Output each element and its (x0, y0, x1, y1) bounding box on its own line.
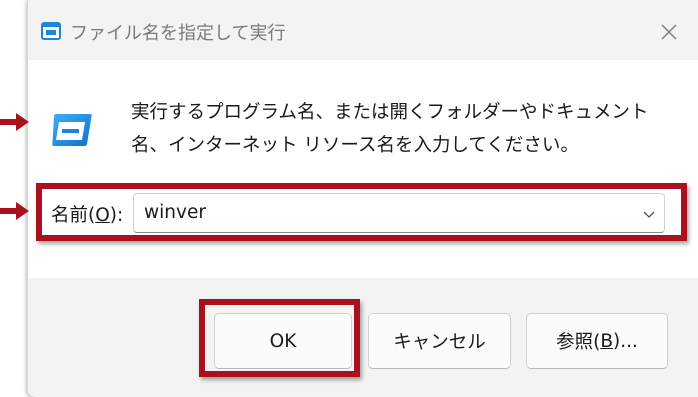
browse-label-prefix: 参照( (556, 332, 601, 353)
annotation-arrow-icon (0, 202, 29, 220)
browse-label-suffix: )... (613, 330, 638, 352)
highlight-name-field (36, 183, 687, 241)
dialog-description: 実行するプログラム名、または開くフォルダーやドキュメント名、インターネット リソ… (131, 102, 649, 156)
annotation-arrow-icon (0, 113, 29, 131)
window-title: ファイル名を指定して実行 (70, 23, 286, 44)
title-bar[interactable]: ファイル名を指定して実行 (28, 0, 698, 60)
screenshot-stage: ファイル名を指定して実行 実行するプログラム名、または開くフォルダーやドキュメン… (0, 0, 698, 397)
close-button[interactable] (651, 14, 687, 50)
run-icon (52, 114, 92, 146)
highlight-ok-button (199, 299, 360, 377)
run-app-icon (41, 22, 61, 40)
browse-label-access-key: B (600, 330, 614, 352)
cancel-button[interactable]: キャンセル (368, 313, 511, 369)
close-icon (661, 24, 677, 40)
browse-button[interactable]: 参照(B)... (526, 313, 668, 369)
dialog-body: 実行するプログラム名、または開くフォルダーやドキュメント名、インターネット リソ… (28, 60, 698, 278)
